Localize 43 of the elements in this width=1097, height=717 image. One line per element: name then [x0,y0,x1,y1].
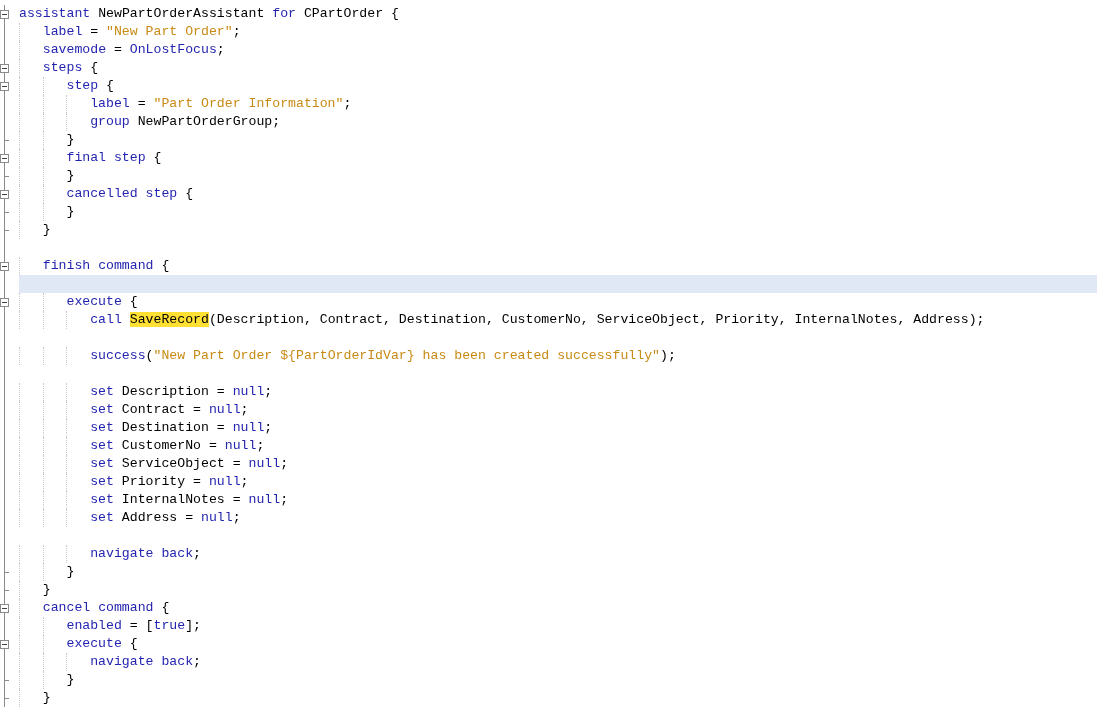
code-line: set Destination = null; [90,419,273,437]
code-line: final step { [66,149,162,167]
code-line: set Address = null; [90,509,241,527]
fold-toggle[interactable] [0,81,9,91]
code-line: cancel command { [42,599,170,617]
code-line: } [66,563,75,581]
code-line: navigate back; [90,545,201,563]
code-line: savemode = OnLostFocus; [42,41,225,59]
code-line: cancelled step { [66,185,194,203]
code-line: assistant NewPartOrderAssistant for CPartOrder { [19,5,399,23]
code-line: set Description = null; [90,383,273,401]
code-line: step { [66,77,114,95]
code-line: set CustomerNo = null; [90,437,265,455]
code-line: group NewPartOrderGroup; [90,113,281,131]
fold-toggle[interactable] [0,261,9,271]
code-line: enabled = [true]; [66,617,201,635]
code-line: label = "New Part Order"; [42,23,241,41]
code-line: steps { [42,59,99,77]
code-line: } [66,167,75,185]
code-line: } [66,131,75,149]
code-line: navigate back; [90,653,201,671]
code-line: set Contract = null; [90,401,249,419]
code-line: } [42,689,51,707]
code-line: label = "Part Order Information"; [90,95,352,113]
code-line: } [42,221,51,239]
fold-toggle[interactable] [0,189,9,199]
code-line: set Priority = null; [90,473,249,491]
code-line: call SaveRecord(Description, Contract, Destination, CustomerNo, ServiceObject, Priority, InternalNotes, Address); [90,311,985,329]
fold-toggle[interactable] [0,9,9,19]
code-line: finish command { [42,257,170,275]
code-line: } [66,671,75,689]
code-line: } [66,203,75,221]
fold-toggle[interactable] [0,639,9,649]
code-line: } [42,581,51,599]
fold-toggle[interactable] [0,63,9,73]
code-line: set ServiceObject = null; [90,455,289,473]
fold-toggle[interactable] [0,603,9,613]
code-line: execute { [66,635,138,653]
code-line: success("New Part Order ${PartOrderIdVar} has been created successfully"); [90,347,676,365]
code-line: set InternalNotes = null; [90,491,289,509]
fold-toggle[interactable] [0,297,9,307]
fold-toggle[interactable] [0,153,9,163]
code-line: execute { [66,293,138,311]
